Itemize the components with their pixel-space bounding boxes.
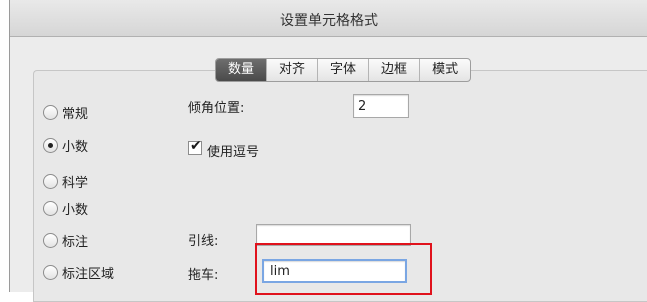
radio-button[interactable] [43, 201, 58, 216]
category-label: 常规 [62, 107, 89, 122]
category-label: 标注区域 [62, 267, 115, 282]
tab-number[interactable]: 数量 [216, 59, 268, 81]
trailer-label: 拖车: [188, 268, 219, 283]
category-label: 标注 [62, 235, 89, 250]
title-bar: 设置单元格格式 [10, 0, 647, 37]
tab-font[interactable]: 字体 [318, 59, 370, 81]
category-label: 小数 [62, 203, 89, 218]
format-cells-dialog: 设置单元格格式 数量 对齐 字体 边框 模式 常规 小数 科学 小数 标注 标注… [9, 0, 647, 302]
radio-button[interactable] [43, 265, 58, 280]
category-decimal-2[interactable]: 小数 [43, 199, 88, 218]
category-general[interactable]: 常规 [43, 103, 88, 122]
radio-button[interactable] [43, 105, 58, 120]
thousands-separator-label: 使用逗号 [207, 145, 260, 160]
radio-button[interactable] [43, 174, 58, 189]
category-label-area[interactable]: 标注区域 [43, 263, 114, 282]
radio-button[interactable] [43, 233, 58, 248]
category-label[interactable]: 标注 [43, 231, 88, 250]
tab-pattern[interactable]: 模式 [420, 59, 470, 81]
radio-button-selected[interactable] [43, 138, 58, 153]
category-label: 小数 [62, 140, 89, 155]
decimal-places-label: 倾角位置: [188, 101, 245, 116]
checkmark-icon: ✔ [190, 138, 202, 154]
decimal-places-field[interactable] [353, 94, 409, 118]
category-scientific[interactable]: 科学 [43, 172, 88, 191]
dialog-title: 设置单元格格式 [280, 13, 378, 29]
highlight-box [255, 243, 432, 295]
tab-alignment[interactable]: 对齐 [267, 59, 319, 81]
thousands-separator-checkbox[interactable]: ✔ [188, 138, 202, 155]
tab-border[interactable]: 边框 [369, 59, 421, 81]
leader-label: 引线: [188, 234, 219, 249]
category-label: 科学 [62, 176, 89, 191]
category-decimal[interactable]: 小数 [43, 136, 88, 155]
tab-bar: 数量 对齐 字体 边框 模式 [215, 58, 472, 82]
